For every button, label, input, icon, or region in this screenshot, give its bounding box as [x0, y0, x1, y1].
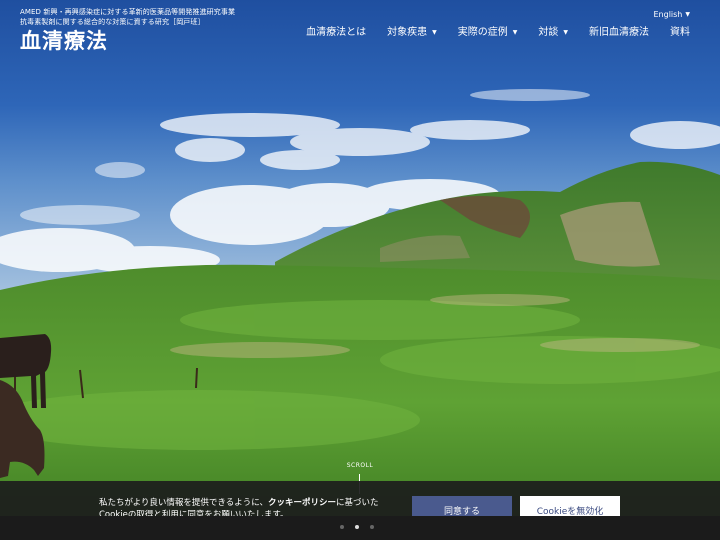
nav-item-materials[interactable]: 資料: [670, 27, 690, 39]
project-subtitle-line1: AMED 新興・再興感染症に対する革新的医薬品等開発推進研究事業: [20, 8, 236, 16]
nav-item-label: 資料: [670, 27, 690, 38]
nav-item-target-diseases[interactable]: 対象疾患 ▼: [387, 27, 437, 39]
language-switcher[interactable]: English ▼: [653, 10, 690, 20]
hero-landscape: [0, 0, 720, 540]
cookie-text-before: 私たちがより良い情報を提供できるように、: [99, 498, 268, 508]
cookie-consent-bar: 私たちがより良い情報を提供できるように、クッキーポリシーに基づいたCookieの…: [0, 481, 720, 525]
caret-down-icon: ▼: [685, 11, 690, 18]
nav-item-label: 対象疾患: [387, 27, 428, 38]
caret-down-icon: ▼: [432, 29, 437, 36]
language-label: English: [653, 10, 683, 19]
nav-item-old-new-serum-therapy[interactable]: 新旧血清療法: [589, 27, 649, 39]
site-title[interactable]: 血清療法: [20, 29, 108, 53]
site-header: AMED 新興・再興感染症に対する革新的医薬品等開発推進研究事業 抗毒素製剤に関…: [0, 0, 720, 60]
nav-item-dialogue[interactable]: 対談 ▼: [538, 27, 568, 39]
caret-down-icon: ▼: [512, 29, 518, 36]
nav-item-label: 対談: [538, 27, 559, 38]
slider-dots: [340, 525, 374, 529]
caret-down-icon: ▼: [563, 29, 568, 36]
nav-item-what-is-serum-therapy[interactable]: 血清療法とは: [306, 27, 366, 39]
hero-image: [0, 0, 720, 540]
main-nav: 血清療法とは 対象疾患 ▼ 実際の症例 ▼ 対談 ▼ 新旧血清療法 資料: [306, 27, 690, 39]
nav-item-actual-cases[interactable]: 実際の症例 ▼: [458, 27, 518, 39]
slider-dot-active[interactable]: [355, 525, 359, 529]
cookie-policy-link[interactable]: クッキーポリシー: [268, 498, 336, 508]
nav-item-label: 実際の症例: [457, 27, 508, 38]
slider-dot[interactable]: [370, 525, 374, 529]
nav-item-label: 血清療法とは: [306, 27, 367, 38]
project-subtitle-line2: 抗毒素製剤に関する総合的な対策に資する研究［岡戸班］: [20, 18, 205, 26]
slider-dot[interactable]: [340, 525, 344, 529]
scroll-indicator[interactable]: SCROLL: [346, 462, 374, 469]
nav-item-label: 新旧血清療法: [589, 27, 649, 38]
